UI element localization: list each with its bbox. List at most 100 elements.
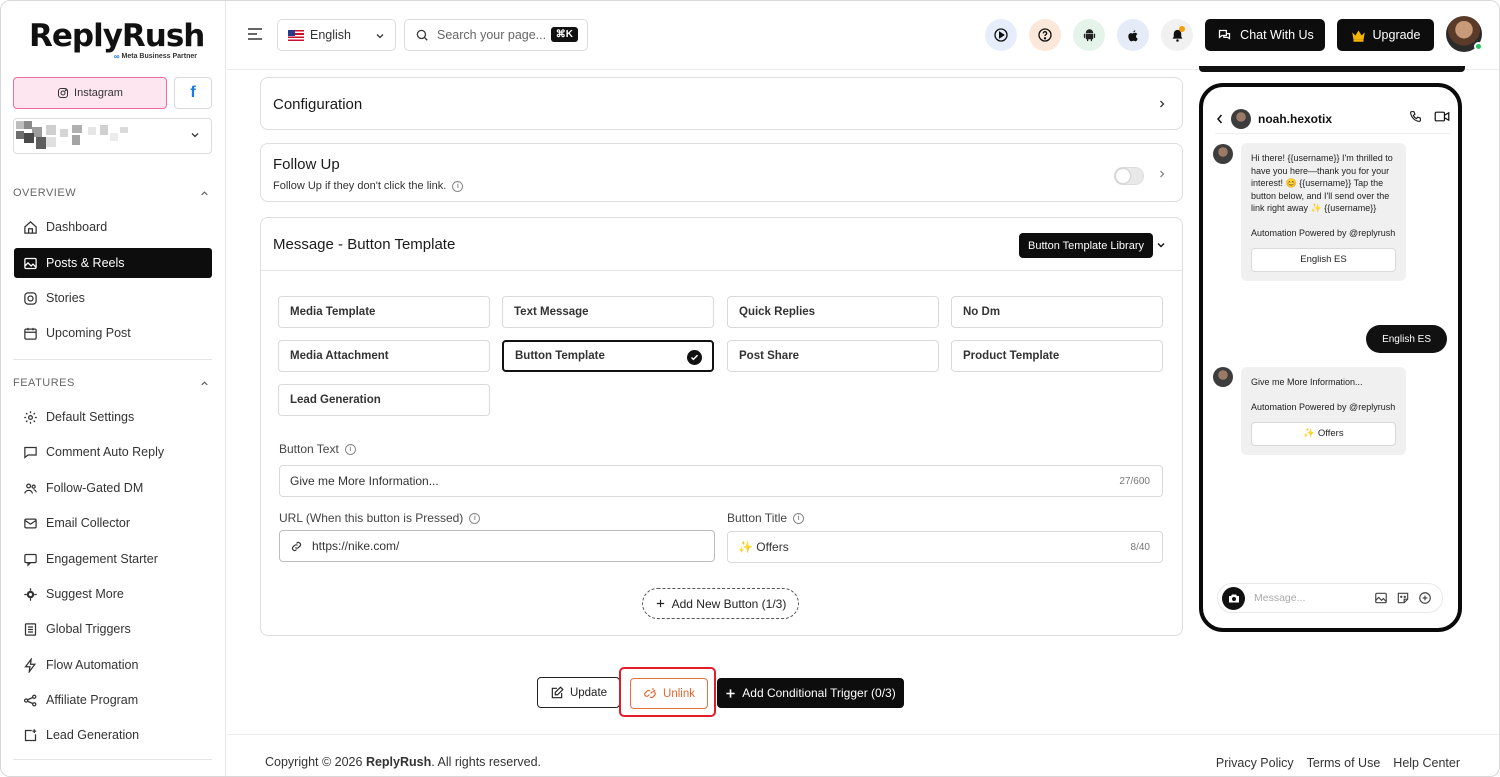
terms-of-use-link[interactable]: Terms of Use — [1307, 756, 1381, 770]
sidebar-item-label: Lead Generation — [46, 728, 140, 742]
field-label: Button Text — [279, 442, 339, 456]
user-avatar[interactable] — [1446, 16, 1483, 52]
configuration-card[interactable]: Configuration — [260, 77, 1183, 130]
plus-square-icon — [24, 728, 37, 741]
overview-section-header[interactable]: OVERVIEW — [13, 187, 212, 199]
char-counter: 27/600 — [1119, 475, 1150, 487]
follow-up-subtitle: Follow Up if they don't click the link. — [273, 180, 447, 192]
powered-by-text: Automation Powered by @replyrush — [1251, 227, 1396, 238]
back-arrow-icon[interactable] — [1215, 113, 1224, 125]
ios-app-button[interactable] — [1117, 19, 1149, 51]
button-title-input[interactable]: ✨ Offers 8/40 — [727, 531, 1163, 563]
camera-icon[interactable] — [1222, 587, 1245, 610]
sidebar-item-label: Affiliate Program — [46, 693, 139, 707]
option-label: Media Attachment — [290, 350, 389, 362]
gallery-icon[interactable] — [1374, 591, 1388, 605]
meta-partner-badge: ∞ Meta Business Partner — [114, 52, 197, 61]
notifications-button[interactable] — [1161, 19, 1193, 51]
apple-icon — [1128, 29, 1138, 41]
option-label: Text Message — [514, 306, 589, 318]
online-status-dot — [1474, 42, 1483, 51]
chat-actions — [1409, 110, 1450, 123]
option-button-template[interactable]: Button Template — [502, 340, 714, 372]
sidebar-item-engagement-starter[interactable]: Engagement Starter — [14, 544, 212, 574]
option-text-message[interactable]: Text Message — [502, 296, 714, 328]
video-call-icon[interactable] — [1434, 110, 1450, 123]
chevron-right-icon[interactable] — [1156, 167, 1168, 181]
chat-with-us-button[interactable]: Chat With Us — [1205, 19, 1325, 51]
option-label: Media Template — [290, 306, 376, 318]
android-app-button[interactable] — [1073, 19, 1105, 51]
sidebar-item-suggest-more[interactable]: Suggest More — [14, 579, 212, 609]
option-post-share[interactable]: Post Share — [727, 340, 939, 372]
option-label: Lead Generation — [290, 394, 381, 406]
sidebar-item-upcoming-post[interactable]: Upcoming Post — [14, 318, 212, 348]
brand-logo[interactable]: ReplyRush ∞ Meta Business Partner — [29, 19, 205, 65]
help-center-link[interactable]: Help Center — [1393, 756, 1460, 770]
sidebar-item-label: Upcoming Post — [46, 326, 131, 340]
privacy-policy-link[interactable]: Privacy Policy — [1216, 756, 1294, 770]
menu-toggle-icon[interactable] — [247, 27, 263, 41]
link-icon — [291, 541, 302, 551]
unlink-button[interactable]: Unlink — [630, 678, 708, 709]
info-icon: i — [452, 180, 464, 192]
message-input[interactable]: Message... — [1217, 583, 1443, 613]
chevron-down-icon — [191, 133, 199, 138]
add-new-button[interactable]: Add New Button (1/3) — [642, 588, 799, 619]
url-input[interactable]: https://nike.com/ — [279, 530, 715, 562]
update-button[interactable]: Update — [537, 677, 620, 708]
chevron-down-icon[interactable] — [1155, 239, 1167, 251]
option-no-dm[interactable]: No Dm — [951, 296, 1163, 328]
language-label: English — [310, 28, 351, 42]
instagram-icon — [58, 88, 69, 98]
help-button[interactable] — [1029, 19, 1061, 51]
button-text-input[interactable]: Give me More Information... 27/600 — [279, 465, 1163, 497]
sidebar-item-label: Engagement Starter — [46, 552, 158, 566]
upgrade-button[interactable]: Upgrade — [1337, 19, 1434, 51]
bolt-icon — [24, 657, 37, 673]
sidebar-item-affiliate-program[interactable]: Affiliate Program — [14, 685, 212, 715]
powered-by-text: Automation Powered by @replyrush — [1251, 401, 1396, 412]
gear-icon — [24, 410, 37, 424]
option-media-attachment[interactable]: Media Attachment — [278, 340, 490, 372]
sidebar-item-default-settings[interactable]: Default Settings — [14, 402, 212, 432]
account-select[interactable] — [13, 118, 212, 154]
sidebar-item-global-triggers[interactable]: Global Triggers — [14, 614, 212, 644]
bubble-button[interactable]: ✨ Offers — [1251, 422, 1396, 446]
sidebar-item-dashboard[interactable]: Dashboard — [14, 212, 212, 242]
sidebar-item-lead-generation[interactable]: Lead Generation — [14, 720, 212, 750]
search-input[interactable]: Search your page... ⌘K — [404, 19, 588, 51]
sidebar-item-comment-auto-reply[interactable]: Comment Auto Reply — [14, 437, 212, 467]
crown-icon — [1351, 30, 1365, 42]
sidebar-item-stories[interactable]: Stories — [14, 283, 212, 313]
sidebar-item-label: Comment Auto Reply — [46, 445, 165, 459]
facebook-account-button[interactable]: f — [174, 77, 212, 109]
add-circle-icon[interactable] — [1418, 591, 1432, 605]
sidebar-item-label: Follow-Gated DM — [46, 481, 144, 495]
url-label: URL (When this button is Pressed) i — [279, 511, 481, 525]
tutorial-button[interactable] — [985, 19, 1017, 51]
option-media-template[interactable]: Media Template — [278, 296, 490, 328]
language-select[interactable]: English — [277, 19, 396, 51]
sidebar-item-posts-reels[interactable]: Posts & Reels — [14, 248, 212, 278]
features-section-header[interactable]: FEATURES — [13, 377, 212, 389]
search-icon — [416, 29, 428, 41]
option-label: Product Template — [963, 350, 1060, 362]
bubble-button[interactable]: English ES — [1251, 248, 1396, 272]
sticker-icon[interactable] — [1396, 591, 1410, 605]
message-bubble: Give me More Information... Automation P… — [1241, 367, 1406, 455]
sidebar-item-follow-gated-dm[interactable]: Follow-Gated DM — [14, 473, 212, 503]
follow-up-toggle[interactable] — [1114, 167, 1144, 185]
sidebar-item-flow-automation[interactable]: Flow Automation — [14, 650, 212, 680]
phone-icon[interactable] — [1409, 110, 1422, 123]
share-icon — [23, 694, 37, 706]
button-template-library-button[interactable]: Button Template Library — [1019, 233, 1153, 258]
option-quick-replies[interactable]: Quick Replies — [727, 296, 939, 328]
option-product-template[interactable]: Product Template — [951, 340, 1163, 372]
message-section-title: Message - Button Template — [273, 236, 456, 253]
option-lead-generation[interactable]: Lead Generation — [278, 384, 490, 416]
add-conditional-trigger-button[interactable]: Add Conditional Trigger (0/3) — [717, 678, 904, 708]
instagram-account-button[interactable]: Instagram — [13, 77, 167, 109]
bubble-button-label: ✨ Offers — [1303, 427, 1344, 439]
sidebar-item-email-collector[interactable]: Email Collector — [14, 508, 212, 538]
